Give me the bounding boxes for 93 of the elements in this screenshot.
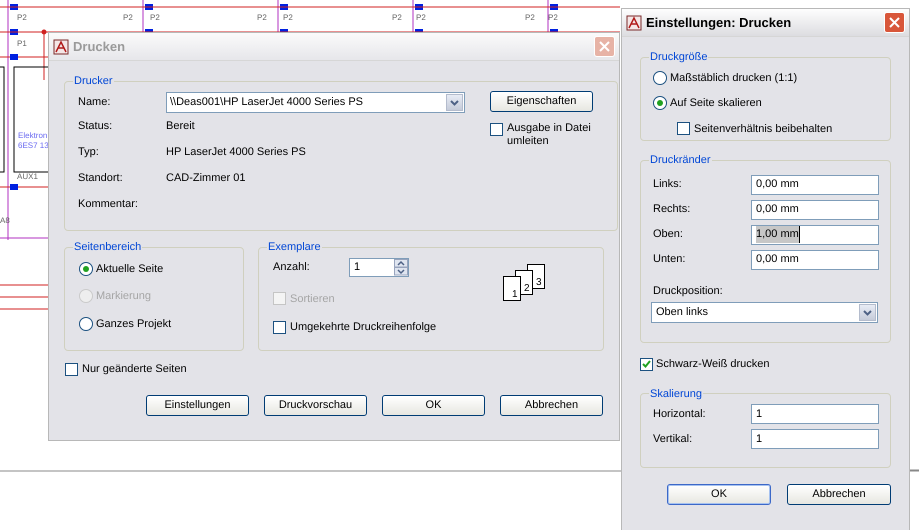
chevron-down-icon — [863, 310, 872, 316]
dialog-button[interactable]: Abbrechen — [500, 394, 603, 416]
schematic-label: AUX1 — [17, 173, 38, 181]
field-value: 0,00 mm — [756, 202, 799, 218]
checkbox-label: Nur geänderte Seiten — [82, 362, 187, 377]
field-label: Standort: — [77, 171, 124, 186]
radio-button[interactable] — [79, 262, 93, 276]
field-value: 1 — [756, 406, 762, 422]
radio-label: Auf Seite skalieren — [670, 96, 762, 111]
close-icon — [889, 17, 900, 28]
schematic-label: 6ES7 13 — [18, 142, 49, 150]
app-icon — [626, 14, 642, 30]
window-title: Einstellungen: Drucken — [646, 14, 792, 32]
checkbox-label: Seitenverhältnis beibehalten — [694, 122, 832, 136]
checkbox[interactable] — [490, 122, 503, 136]
app-icon — [53, 38, 69, 54]
input-field[interactable]: 0,00 mm — [751, 174, 879, 194]
input-field[interactable]: 1 — [751, 429, 879, 449]
field-value: 0,00 mm — [756, 177, 799, 192]
field-value: 1 — [756, 432, 762, 447]
schematic-label: P2 — [416, 14, 426, 22]
field-label: Vertikal: — [652, 432, 694, 447]
radio-label: Markierung — [96, 289, 152, 304]
window-title: Drucken — [73, 38, 126, 56]
checkbox-label: Ausgabe in Datei umleiten — [507, 122, 592, 148]
dialog-button[interactable]: OK — [382, 394, 485, 416]
input-field[interactable]: 0,00 mm — [751, 200, 879, 220]
checkbox[interactable] — [65, 362, 78, 376]
schematic-label: P2 — [150, 14, 160, 22]
field-label: Links: — [652, 177, 683, 192]
radio-label: Maßstäblich drucken (1:1) — [670, 70, 798, 86]
field-label: Anzahl: — [273, 260, 311, 276]
checkbox-label: Umgekehrte Druckreihenfolge — [290, 320, 436, 335]
checkbox-label: Schwarz-Weiß drucken — [656, 357, 770, 372]
radio-button[interactable] — [79, 316, 93, 331]
group-title: Druckgröße — [649, 50, 708, 65]
field-label: Name: — [77, 95, 112, 110]
selected-text: 1,00 mm — [756, 226, 800, 243]
field-label: Status: — [77, 119, 114, 134]
group-title: Druckränder — [649, 153, 712, 168]
radio-label: Aktuelle Seite — [96, 262, 164, 276]
radio-button[interactable] — [653, 96, 667, 110]
schematic-label: P2 — [525, 14, 535, 22]
dropdown-button[interactable] — [859, 304, 876, 321]
dropdown-value: Oben links — [656, 305, 708, 320]
spin-field[interactable]: 1 — [349, 258, 409, 277]
checkbox[interactable] — [677, 122, 690, 136]
group-title: Drucker — [73, 74, 114, 89]
group-title: Exemplare — [267, 240, 322, 255]
input-field[interactable]: 1 — [751, 404, 879, 424]
field-label: Kommentar: — [77, 197, 139, 212]
dropdown-button[interactable] — [446, 94, 463, 111]
schematic-label: P2 — [17, 14, 27, 22]
field-label: Typ: — [77, 145, 100, 160]
close-button[interactable] — [884, 12, 905, 33]
schematic-label: P2 — [257, 14, 267, 22]
field-label: Horizontal: — [652, 406, 707, 422]
dropdown-value: \\Deas001\HP LaserJet 4000 Series PS — [170, 95, 364, 110]
dialog-button[interactable]: Druckvorschau — [264, 394, 367, 416]
radio-label: Ganzes Projekt — [96, 316, 172, 332]
schematic-label: P2 — [283, 14, 293, 22]
field-label: Druckposition: — [652, 284, 724, 298]
field-value: CAD-Zimmer 01 — [166, 171, 246, 186]
close-icon — [599, 41, 610, 52]
field-label: Unten: — [652, 252, 686, 268]
field-label: Oben: — [652, 227, 684, 242]
group-title: Seitenbereich — [73, 240, 142, 255]
checkbox[interactable] — [640, 358, 653, 371]
checkbox[interactable] — [273, 320, 286, 334]
dialog-button[interactable]: OK — [667, 484, 771, 504]
checkmark-icon — [642, 360, 651, 368]
chevron-down-icon — [450, 100, 459, 106]
schematic-label: P2 — [548, 14, 558, 22]
field-label: Rechts: — [652, 202, 692, 218]
dialog-button[interactable]: Eigenschaften — [490, 90, 593, 112]
group-title: Skalierung — [649, 386, 703, 402]
field-value: 0,00 mm — [756, 252, 799, 268]
schematic-label: P1 — [17, 40, 27, 48]
radio-button[interactable] — [653, 70, 667, 85]
schematic-label: P2 — [123, 14, 133, 22]
printer-dropdown[interactable]: \\Deas001\HP LaserJet 4000 Series PS — [166, 92, 465, 113]
dialog-button[interactable]: Einstellungen — [146, 394, 249, 416]
schematic-label: P2 — [392, 14, 402, 22]
input-field[interactable]: 1,00 mm — [751, 224, 879, 244]
field-value: 1 — [354, 260, 360, 276]
spin-arrows-icon — [394, 259, 408, 276]
field-value: Bereit — [166, 119, 195, 134]
checkbox-label: Sortieren — [290, 292, 335, 306]
field-value: HP LaserJet 4000 Series PS — [166, 145, 306, 160]
position-dropdown[interactable]: Oben links — [651, 302, 878, 323]
dialog-button[interactable]: Abbrechen — [787, 484, 891, 504]
input-field[interactable]: 0,00 mm — [751, 250, 879, 270]
schematic-label: Elektron — [18, 132, 48, 140]
